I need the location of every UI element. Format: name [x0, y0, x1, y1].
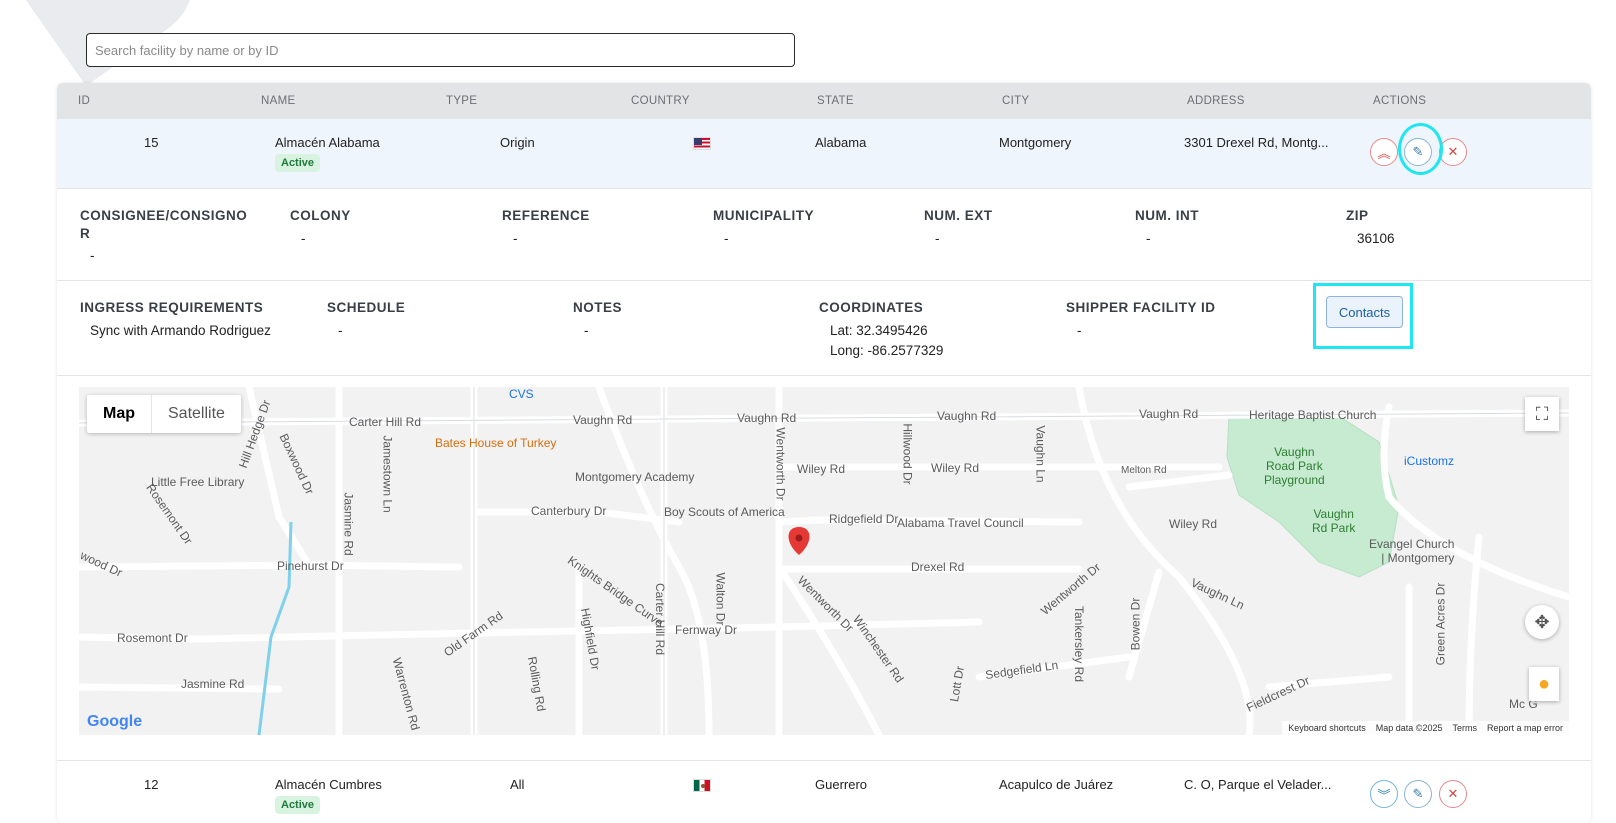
delete-button[interactable]: ✕	[1439, 780, 1467, 808]
row-state: Guerrero	[815, 777, 868, 792]
map-data-label: Map data ©2025	[1375, 723, 1443, 733]
col-address: ADDRESS	[1187, 95, 1245, 107]
zip-label: ZIP	[1346, 208, 1369, 223]
row-address: C. O, Parque el Velader...	[1184, 777, 1332, 792]
colony-label: COLONY	[290, 208, 351, 223]
map-view-button[interactable]: Map	[87, 395, 151, 433]
schedule-value: -	[338, 323, 343, 338]
focus-highlight	[1398, 123, 1443, 175]
num-ext-label: NUM. EXT	[924, 208, 993, 223]
col-type: TYPE	[446, 95, 478, 107]
col-name: NAME	[261, 95, 296, 107]
mx-flag-icon	[693, 779, 711, 792]
row-id: 12	[144, 777, 159, 792]
col-country: COUNTRY	[631, 95, 690, 107]
shipper-facility-id-label: SHIPPER FACILITY ID	[1066, 300, 1216, 315]
table-row[interactable]: 12 Almacén Cumbres Active All Guerrero A…	[57, 760, 1591, 823]
search-input[interactable]	[87, 34, 794, 66]
zip-value: 36106	[1357, 231, 1395, 246]
facility-details-primary: CONSIGNEE/CONSIGNO R - COLONY - REFERENC…	[57, 189, 1591, 281]
search-field[interactable]	[86, 33, 795, 67]
col-city: CITY	[1002, 95, 1030, 107]
consignee-value: -	[90, 248, 95, 263]
municipality-value: -	[724, 231, 729, 246]
latitude-value: Lat: 32.3495426	[830, 323, 928, 338]
google-logo: Google	[87, 713, 142, 731]
terms-link[interactable]: Terms	[1452, 723, 1477, 733]
street-view-button[interactable]: ●	[1529, 667, 1559, 701]
edit-button[interactable]: ✎	[1404, 780, 1432, 808]
row-name: Almacén Cumbres	[275, 777, 382, 792]
col-id: ID	[78, 95, 91, 107]
row-id: 15	[144, 135, 159, 150]
satellite-view-button[interactable]: Satellite	[151, 395, 241, 433]
facility-map[interactable]: CVS Carter Hill Rd Vaughn Rd Vaughn Rd V…	[79, 387, 1569, 735]
colony-value: -	[301, 231, 306, 246]
close-icon: ✕	[1447, 786, 1459, 801]
collapse-button[interactable]: ︽	[1370, 138, 1398, 166]
us-flag-icon	[693, 137, 711, 150]
expand-button[interactable]: ︾	[1370, 780, 1398, 808]
num-int-value: -	[1146, 231, 1151, 246]
consignee-label: CONSIGNEE/CONSIGNO	[80, 208, 248, 223]
camera-control-button[interactable]: ✥	[1525, 605, 1559, 639]
map-footer: Keyboard shortcuts Map data ©2025 Terms …	[1282, 721, 1569, 735]
ingress-value: Sync with Armando Rodriguez	[90, 323, 271, 338]
col-actions: ACTIONS	[1373, 95, 1427, 107]
status-badge: Active	[275, 154, 321, 172]
reference-label: REFERENCE	[502, 208, 590, 223]
num-ext-value: -	[935, 231, 940, 246]
longitude-value: Long: -86.2577329	[830, 343, 944, 358]
coordinates-label: COORDINATES	[819, 300, 924, 315]
focus-highlight-box	[1313, 283, 1413, 349]
row-city: Acapulco de Juárez	[999, 777, 1114, 792]
row-type: Origin	[500, 135, 535, 150]
notes-value: -	[584, 323, 589, 338]
row-name: Almacén Alabama	[275, 135, 380, 150]
fullscreen-icon: ⛶	[1535, 403, 1549, 424]
fullscreen-button[interactable]: ⛶	[1525, 397, 1559, 431]
schedule-label: SCHEDULE	[327, 300, 406, 315]
map-type-toggle: Map Satellite	[87, 395, 241, 433]
consignee-label-wrap: R	[80, 226, 91, 241]
facilities-table: ID NAME TYPE COUNTRY STATE CITY ADDRESS …	[57, 83, 1591, 823]
col-state: STATE	[817, 95, 854, 107]
map-canvas[interactable]	[79, 387, 1569, 735]
keyboard-shortcuts-link[interactable]: Keyboard shortcuts	[1288, 723, 1366, 733]
num-int-label: NUM. INT	[1135, 208, 1199, 223]
reference-value: -	[513, 231, 518, 246]
ingress-label: INGRESS REQUIREMENTS	[80, 300, 264, 315]
chevrons-down-icon: ︾	[1377, 787, 1391, 803]
notes-label: NOTES	[573, 300, 623, 315]
row-address: 3301 Drexel Rd, Montg...	[1184, 135, 1329, 150]
pencil-icon: ✎	[1412, 786, 1424, 801]
move-icon: ✥	[1534, 611, 1550, 632]
municipality-label: MUNICIPALITY	[713, 208, 814, 223]
table-header: ID NAME TYPE COUNTRY STATE CITY ADDRESS …	[57, 83, 1591, 119]
chevrons-up-icon: ︽	[1377, 145, 1391, 161]
row-type: All	[510, 777, 525, 792]
close-icon: ✕	[1447, 144, 1459, 159]
pegman-icon: ●	[1537, 672, 1551, 695]
row-state: Alabama	[815, 135, 867, 150]
google-logo-mark: Google	[87, 713, 143, 730]
row-city: Montgomery	[999, 135, 1072, 150]
shipper-facility-id-value: -	[1077, 323, 1082, 338]
delete-button[interactable]: ✕	[1439, 138, 1467, 166]
table-row[interactable]: 15 Almacén Alabama Active Origin Alabama…	[57, 119, 1591, 189]
report-map-error-link[interactable]: Report a map error	[1487, 723, 1563, 733]
status-badge: Active	[275, 796, 321, 814]
